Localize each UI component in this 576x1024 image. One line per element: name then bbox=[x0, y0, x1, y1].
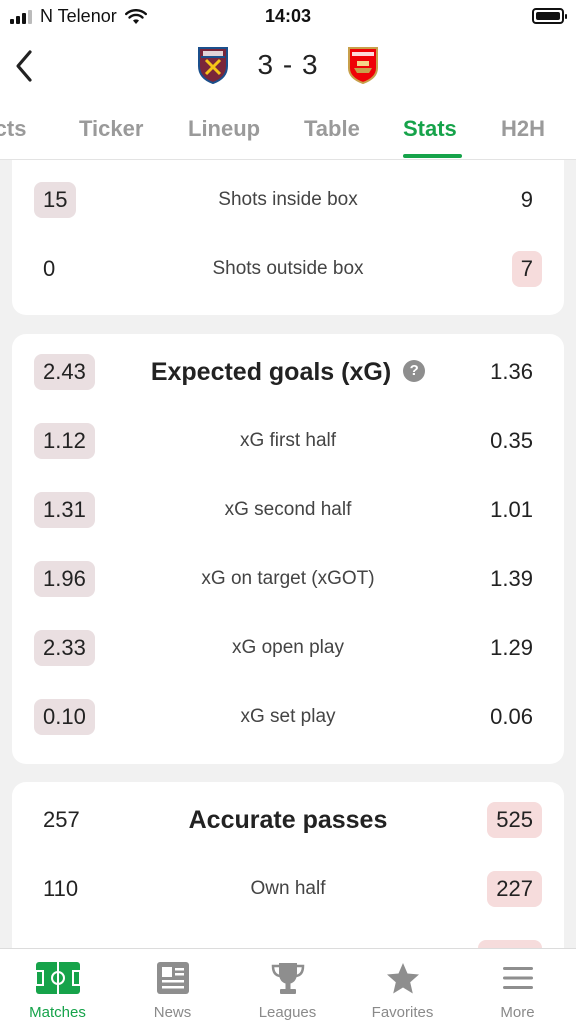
stat-row: 2.33 xG open play 1.29 bbox=[12, 626, 564, 672]
question-icon[interactable]: ? bbox=[403, 360, 426, 383]
stat-row: 1.12 xG first half 0.35 bbox=[12, 419, 564, 465]
status-time: 14:03 bbox=[264, 6, 312, 26]
away-value-partial bbox=[478, 940, 542, 948]
shots-card: 15 Shots inside box 9 0 Shots outside bo… bbox=[12, 160, 564, 315]
active-tab-indicator bbox=[403, 154, 462, 158]
tab-ticker[interactable]: Ticker bbox=[79, 116, 143, 142]
stat-label: Shots outside box bbox=[212, 258, 364, 279]
status-bar: N Telenor 14:03 bbox=[0, 0, 576, 34]
stat-row: 1.31 xG second half 1.01 bbox=[12, 488, 564, 534]
arsenal-crest[interactable] bbox=[347, 46, 379, 84]
match-header: 3 - 3 bbox=[0, 34, 576, 98]
stat-row: 0.10 xG set play 0.06 bbox=[12, 695, 564, 741]
tab-facts[interactable]: Facts bbox=[0, 116, 26, 142]
away-value: 7 bbox=[511, 251, 542, 287]
away-value: 9 bbox=[520, 187, 533, 212]
xg-card: 2.43 Expected goals (xG)? 1.36 1.12 xG f… bbox=[12, 334, 564, 764]
star-icon bbox=[386, 963, 419, 994]
stat-label: Own half bbox=[250, 878, 326, 899]
newspaper-icon bbox=[156, 962, 189, 994]
nav-label: Leagues bbox=[258, 1004, 317, 1021]
away-value: 0.35 bbox=[490, 428, 533, 453]
away-xg: 1.36 bbox=[490, 359, 533, 384]
away-value: 1.29 bbox=[490, 635, 533, 660]
stat-row: 110 Own half 227 bbox=[12, 867, 564, 913]
scoreline: 3 - 3 bbox=[0, 46, 576, 84]
away-value: 1.01 bbox=[490, 497, 533, 522]
stats-content[interactable]: 15 Shots inside box 9 0 Shots outside bo… bbox=[0, 160, 576, 948]
stat-row-partial bbox=[12, 936, 564, 948]
stat-row: 0 Shots outside box 7 bbox=[12, 247, 564, 293]
tab-bar: Facts Ticker Lineup Table Stats H2H bbox=[0, 98, 576, 160]
stat-row: 15 Shots inside box 9 bbox=[12, 178, 564, 224]
nav-news[interactable]: News bbox=[115, 949, 230, 1024]
nav-label: Favorites bbox=[371, 1004, 434, 1021]
nav-label: News bbox=[153, 1004, 192, 1021]
west-ham-crest[interactable] bbox=[197, 46, 229, 84]
tab-h2h[interactable]: H2H bbox=[501, 116, 545, 142]
nav-label: Matches bbox=[29, 1004, 86, 1021]
nav-matches[interactable]: Matches bbox=[0, 949, 115, 1024]
away-value: 1.39 bbox=[490, 566, 533, 591]
away-passes: 525 bbox=[487, 802, 542, 838]
xg-title: Expected goals (xG) bbox=[150, 358, 392, 386]
menu-icon bbox=[502, 967, 533, 989]
battery-icon bbox=[532, 8, 567, 24]
passes-header-row: 257 Accurate passes 525 bbox=[12, 798, 564, 844]
xg-header-row: 2.43 Expected goals (xG)? 1.36 bbox=[12, 350, 564, 396]
away-value: 0.06 bbox=[490, 704, 533, 729]
pitch-icon bbox=[34, 962, 81, 994]
tab-lineup[interactable]: Lineup bbox=[188, 116, 260, 142]
nav-leagues[interactable]: Leagues bbox=[230, 949, 345, 1024]
bottom-nav: Matches News Leagues Favorites More bbox=[0, 948, 576, 1024]
passes-card: 257 Accurate passes 525 110 Own half 227 bbox=[12, 782, 564, 948]
trophy-icon bbox=[271, 963, 304, 994]
tab-table[interactable]: Table bbox=[304, 116, 360, 142]
stat-label: Shots inside box bbox=[218, 189, 358, 210]
nav-label: More bbox=[500, 1004, 535, 1021]
away-value: 227 bbox=[487, 871, 542, 907]
match-score: 3 - 3 bbox=[257, 49, 319, 80]
nav-favorites[interactable]: Favorites bbox=[345, 949, 460, 1024]
nav-more[interactable]: More bbox=[460, 949, 575, 1024]
section-title: Accurate passes bbox=[188, 806, 388, 834]
tab-stats[interactable]: Stats bbox=[403, 116, 457, 142]
stat-row: 1.96 xG on target (xGOT) 1.39 bbox=[12, 557, 564, 603]
